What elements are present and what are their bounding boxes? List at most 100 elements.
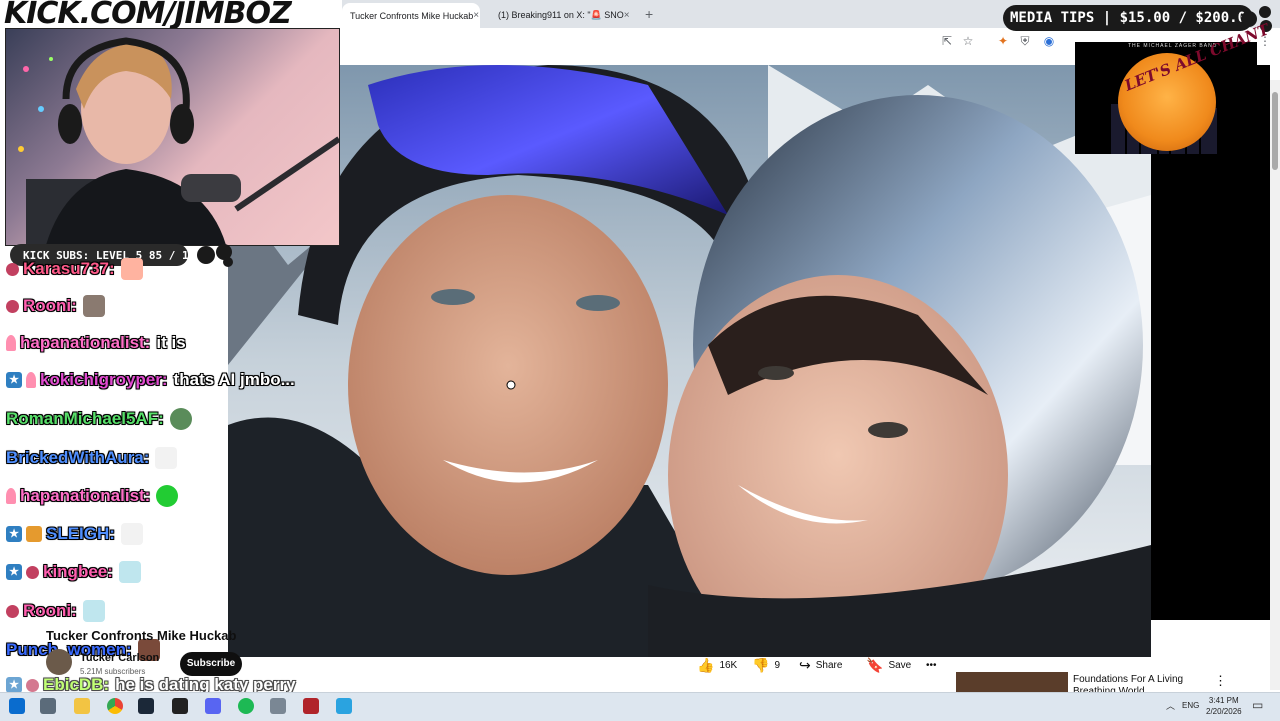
chat-username: hapanationalist: <box>20 486 151 505</box>
tray-overflow-icon[interactable]: ︿ <box>1166 699 1175 712</box>
star-badge-icon: ★ <box>6 564 22 580</box>
chrome-icon[interactable] <box>107 698 123 714</box>
gift-badge-icon <box>6 604 19 618</box>
install-app-icon[interactable]: ⇱ <box>940 34 954 48</box>
new-tab-button[interactable]: + <box>645 6 653 22</box>
channel-avatar[interactable] <box>46 649 72 675</box>
discord-icon[interactable] <box>205 698 221 714</box>
subscriber-count: 5.21M subscribers <box>80 667 146 676</box>
emote-icon <box>169 408 192 430</box>
extension-icon[interactable]: ◉ <box>1042 34 1056 48</box>
terminal-icon[interactable] <box>172 698 188 714</box>
steam-icon[interactable] <box>138 698 154 714</box>
chat-message: Rooni: <box>6 295 105 317</box>
chat-message: ★ SLEIGH: <box>6 523 143 545</box>
chat-message: BrickedWithAura: <box>6 447 178 469</box>
chat-message: RomanMichael5AF: <box>6 408 192 430</box>
channel-name[interactable]: Tucker Carlson <box>80 652 159 664</box>
clock-time: 3:41 PM <box>1208 696 1239 705</box>
language-indicator[interactable]: ENG <box>1182 701 1199 710</box>
chat-message: hapanationalist: it is <box>6 333 186 353</box>
clock[interactable]: 3:41 PM 2/20/2026 <box>1206 695 1242 717</box>
emote-icon <box>156 485 179 507</box>
gift-badge-icon <box>6 299 19 313</box>
close-tab-icon[interactable]: × <box>473 10 479 21</box>
emote-icon <box>120 258 143 280</box>
bookmark-icon: 🔖 <box>866 656 884 673</box>
kick-url-banner: KICK.COM/JIMBOZ <box>4 0 292 31</box>
chat-username: hapanationalist: <box>20 333 151 352</box>
chat-username: Karasu737: <box>23 259 115 278</box>
tab-breaking911[interactable]: (1) Breaking911 on X: "🚨 SNO × <box>484 3 636 28</box>
bookmark-star-icon[interactable]: ☆ <box>961 34 975 48</box>
recommended-thumbnail[interactable] <box>956 672 1068 692</box>
video-title: Tucker Confronts Mike Huckab <box>46 628 237 643</box>
video-player[interactable] <box>228 65 1151 657</box>
chat-username: Rooni: <box>23 296 77 315</box>
share-icon: ↪ <box>799 656 811 673</box>
close-tab-icon[interactable]: × <box>624 10 630 21</box>
webcam-overlay <box>5 28 340 246</box>
metamask-icon[interactable]: ✦ <box>996 34 1010 48</box>
chat-text: it is <box>156 333 186 352</box>
mic-badge-icon <box>6 335 16 351</box>
windows-start-icon[interactable] <box>9 698 25 714</box>
gift-badge-icon <box>26 678 39 692</box>
tab-label: Tucker Confronts Mike Huckab <box>350 10 474 21</box>
chat-message: Rooni: <box>6 600 105 622</box>
telegram-icon[interactable] <box>336 698 352 714</box>
subscribe-button[interactable]: Subscribe <box>180 652 242 676</box>
file-explorer-icon[interactable] <box>74 698 90 714</box>
emote-icon <box>155 447 178 469</box>
scrollbar-thumb[interactable] <box>1272 92 1278 170</box>
gift-badge-icon <box>6 262 19 276</box>
windows-taskbar <box>0 692 1280 721</box>
emote-icon <box>82 295 105 317</box>
star-badge-icon: ★ <box>6 677 22 693</box>
clock-date: 2/20/2026 <box>1206 707 1242 716</box>
dislike-count: 9 <box>774 659 780 671</box>
save-button[interactable]: 🔖 Save <box>866 655 911 675</box>
emote-icon <box>118 561 141 583</box>
chat-username: kingbee: <box>43 562 113 581</box>
thumbs-up-icon: 👍 <box>697 656 715 673</box>
chat-message: ★ kingbee: <box>6 561 141 583</box>
tab-tucker[interactable]: Tucker Confronts Mike Huckab × <box>342 3 480 28</box>
share-button[interactable]: ↪ Share <box>799 655 842 675</box>
tab-label: (1) Breaking911 on X: "🚨 SNO <box>498 10 624 20</box>
dislike-button[interactable]: 👎 9 <box>752 655 780 675</box>
save-label: Save <box>888 659 912 671</box>
chat-username: Rooni: <box>23 601 77 620</box>
gift-badge-icon <box>26 565 39 579</box>
kick-logo-icon <box>197 244 233 267</box>
chat-username: kokichigroyper: <box>40 370 168 389</box>
shield-icon[interactable]: ⛨ <box>1018 34 1032 48</box>
emote-icon <box>82 600 105 622</box>
task-view-icon[interactable] <box>40 698 56 714</box>
star-badge-icon: ★ <box>6 526 22 542</box>
chat-message: Karasu737: <box>6 258 143 280</box>
thumbs-down-icon: 👎 <box>752 656 770 673</box>
app-icon[interactable] <box>270 698 286 714</box>
mic-badge-icon <box>6 488 16 504</box>
webcam-image <box>18 37 339 245</box>
more-actions-button[interactable]: ••• <box>926 655 937 675</box>
spotify-icon[interactable] <box>238 698 254 714</box>
mic-badge-icon <box>26 372 36 388</box>
crown-badge-icon <box>26 526 42 542</box>
app-icon[interactable] <box>303 698 319 714</box>
notification-icon[interactable]: ▭ <box>1252 698 1263 712</box>
chat-username: SLEIGH: <box>46 524 115 543</box>
star-badge-icon: ★ <box>6 372 22 388</box>
chat-message: ★ kokichigroyper: thats AI jmbo... <box>6 370 295 390</box>
chat-username: RomanMichael5AF: <box>6 409 164 428</box>
like-button[interactable]: 👍 16K <box>697 655 737 675</box>
chat-text: thats AI jmbo... <box>173 370 295 389</box>
like-count: 16K <box>719 659 738 671</box>
scrollbar-track[interactable] <box>1270 80 1280 690</box>
emote-icon <box>120 523 143 545</box>
chat-message: hapanationalist: <box>6 485 179 507</box>
media-tips-label: MEDIA TIPS | $15.00 / $200.00 <box>1010 10 1255 26</box>
recommended-menu-icon[interactable]: ⋮ <box>1214 673 1227 689</box>
video-frame-image <box>228 65 1151 657</box>
